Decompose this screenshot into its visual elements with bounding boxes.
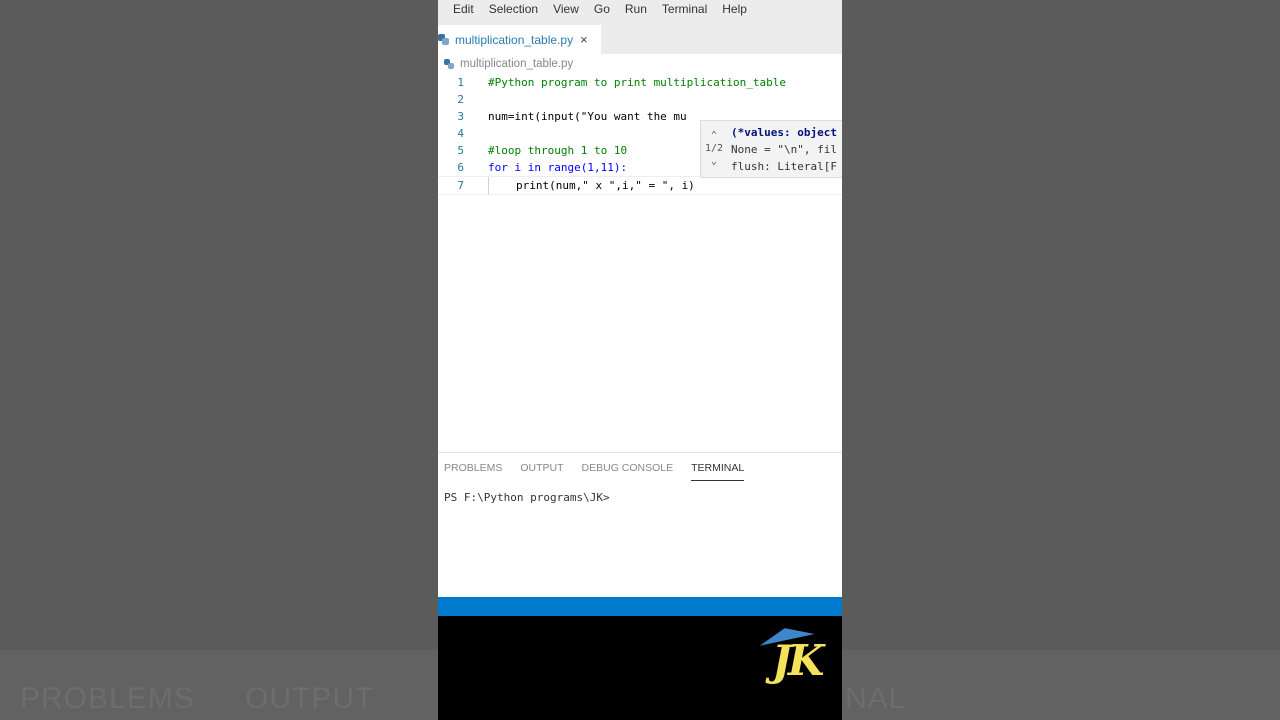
signature-nav[interactable]: ⌃ 1/2 ⌄ [701, 129, 727, 168]
code-line: 2 [438, 91, 842, 108]
terminal-prompt: PS F:\Python programs\JK> [444, 491, 610, 504]
line-number: 6 [457, 161, 464, 174]
tab-output[interactable]: OUTPUT [520, 456, 563, 480]
line-number: 3 [457, 110, 464, 123]
signature-counter: 1/2 [704, 143, 724, 154]
jk-logo: JK [750, 622, 840, 692]
tab-debug-console[interactable]: DEBUG CONSOLE [582, 456, 674, 480]
code-text: print(num," x ",i," = ", i) [516, 179, 695, 192]
python-file-icon [438, 34, 449, 45]
line-number: 7 [457, 179, 464, 192]
vscode-window: Edit Selection View Go Run Terminal Help… [438, 0, 842, 720]
chevron-down-icon[interactable]: ⌄ [701, 155, 727, 168]
breadcrumb-label: multiplication_table.py [460, 58, 574, 70]
indent-guide [488, 177, 489, 194]
logo-text: JK [772, 636, 824, 685]
code-text: for i in range(1,11): [488, 161, 628, 174]
editor-tab[interactable]: multiplication_table.py × [438, 25, 601, 54]
python-file-icon [444, 59, 454, 69]
line-number: 5 [457, 144, 464, 157]
code-line: 1 #Python program to print multiplicatio… [438, 74, 842, 91]
code-text: #Python program to print multiplication_… [488, 76, 787, 89]
panel-tabs: PROBLEMS OUTPUT DEBUG CONSOLE TERMINAL [438, 453, 842, 483]
tab-problems[interactable]: PROBLEMS [444, 456, 502, 480]
bottom-panel: PROBLEMS OUTPUT DEBUG CONSOLE TERMINAL P… [438, 452, 842, 598]
close-tab-icon[interactable]: × [580, 32, 588, 47]
line-number: 4 [457, 127, 464, 140]
signature-line: flush: Literal[F [731, 160, 837, 173]
signature-line: (*values: object [731, 126, 837, 139]
terminal-output[interactable]: PS F:\Python programs\JK> [438, 483, 842, 512]
status-bar [438, 597, 842, 616]
editor-tab-bar: multiplication_table.py × [438, 17, 842, 54]
menu-edit[interactable]: Edit [453, 2, 474, 16]
menu-help[interactable]: Help [722, 2, 747, 16]
code-line-current: 7 print(num," x ",i," = ", i) [438, 176, 842, 195]
menu-go[interactable]: Go [594, 2, 610, 16]
menu-view[interactable]: View [553, 2, 579, 16]
signature-line: None = "\n", fil [731, 143, 837, 156]
code-text: #loop through 1 to 10 [488, 144, 628, 157]
chevron-up-icon[interactable]: ⌃ [701, 129, 727, 142]
blurred-terminal-text: NAL [845, 682, 907, 715]
menu-bar: Edit Selection View Go Run Terminal Help [438, 0, 842, 17]
signature-text: (*values: object None = "\n", fil flush:… [731, 124, 837, 175]
line-number: 1 [457, 76, 464, 89]
blurred-output-text: OUTPUT [245, 682, 375, 715]
blurred-problems-text: PROBLEMS [20, 682, 195, 715]
menu-selection[interactable]: Selection [489, 2, 538, 16]
tab-label: multiplication_table.py [455, 32, 574, 47]
signature-help-popup: ⌃ 1/2 ⌄ (*values: object None = "\n", fi… [700, 120, 842, 178]
line-number: 2 [457, 93, 464, 106]
menu-terminal[interactable]: Terminal [662, 2, 707, 16]
tab-terminal[interactable]: TERMINAL [691, 456, 745, 481]
menu-run[interactable]: Run [625, 2, 647, 16]
breadcrumb[interactable]: multiplication_table.py [438, 54, 842, 74]
code-text: num=int(input("You want the mu [488, 110, 687, 123]
